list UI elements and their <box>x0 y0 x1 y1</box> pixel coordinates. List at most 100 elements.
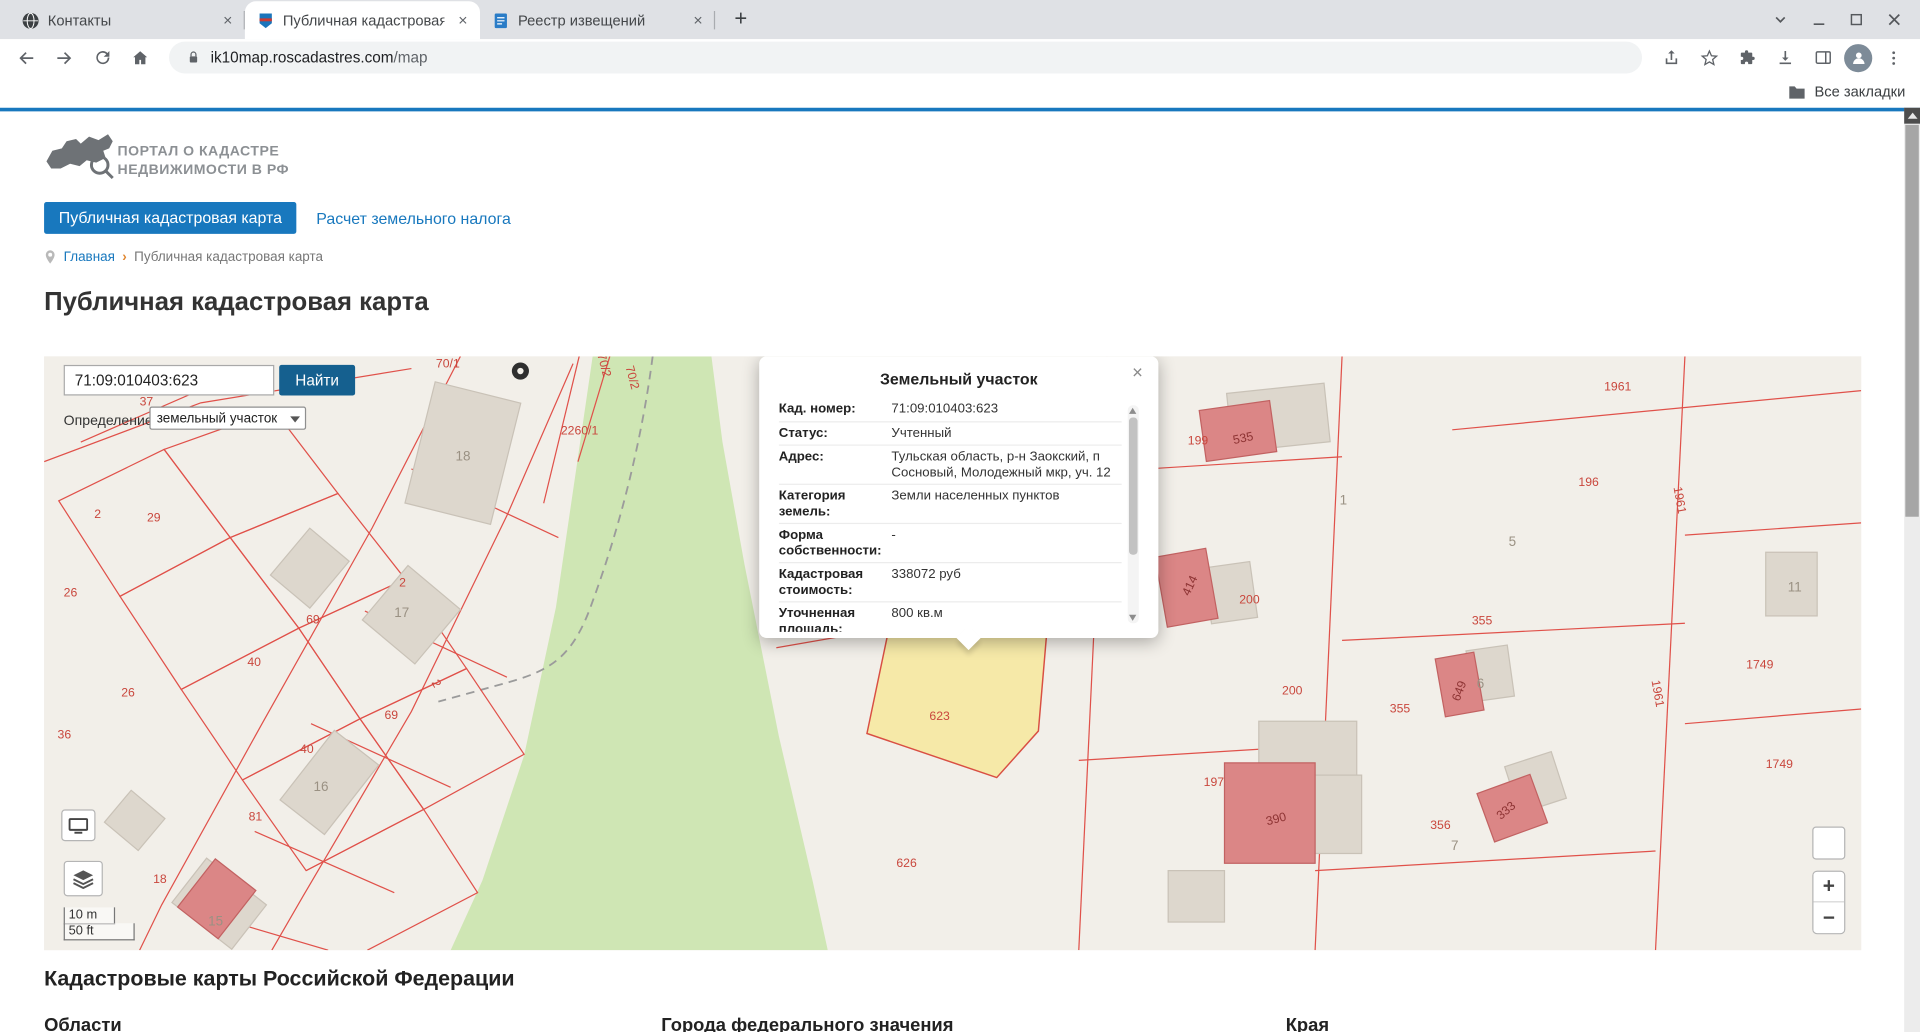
home-icon[interactable] <box>124 41 157 74</box>
zoom-control: + − <box>1812 871 1845 935</box>
object-type-value: земельный участок <box>157 411 277 426</box>
reload-icon[interactable] <box>86 41 119 74</box>
map-pin-icon <box>44 250 56 265</box>
document-favicon-icon <box>492 12 509 29</box>
breadcrumb: Главная › Публичная кадастровая карта <box>44 250 323 265</box>
zoom-out-button[interactable]: − <box>1813 902 1844 933</box>
all-bookmarks-label[interactable]: Все закладки <box>1814 83 1905 100</box>
field-value: Учтенный <box>891 426 1121 441</box>
cadastral-number-search-input[interactable] <box>64 365 275 396</box>
breadcrumb-home-link[interactable]: Главная <box>64 250 115 265</box>
nav-tab-land-tax[interactable]: Расчет земельного налога <box>316 209 511 227</box>
footer-column-heading: Области <box>44 1015 122 1032</box>
filter-label: Определение: <box>64 414 157 429</box>
url-path: /map <box>394 49 428 66</box>
object-type-select[interactable]: земельный участок <box>149 407 306 430</box>
lock-icon <box>186 50 201 65</box>
page-title: Публичная кадастровая карта <box>44 288 429 317</box>
scrollbar-up-arrow-icon[interactable] <box>1904 108 1920 124</box>
site-content: ПОРТАЛ О КАДАСТРЕ НЕДВИЖИМОСТИ В РФ Публ… <box>0 111 1904 1032</box>
popup-rows: Кад. номер:71:09:010403:623Статус:Учтенн… <box>779 398 1139 632</box>
footer-heading: Кадастровые карты Российской Федерации <box>44 966 514 992</box>
popup-field-row: Адрес:Тульская область, р-н Заокский, п … <box>779 446 1122 485</box>
profile-avatar[interactable] <box>1844 43 1872 71</box>
cadastre-favicon-icon <box>257 12 274 29</box>
tab-title: Публичная кадастровая ка <box>283 12 445 29</box>
url-domain: ik10map.roscadastres.com <box>211 49 394 66</box>
tab-close-icon[interactable]: × <box>453 10 473 30</box>
field-label: Уточненная площадь: <box>779 606 892 632</box>
parcel-info-popup: Земельный участок × Кад. номер:71:09:010… <box>759 356 1158 638</box>
field-label: Адрес: <box>779 449 892 480</box>
field-value: - <box>891 528 1121 559</box>
field-value: 338072 руб <box>891 567 1121 598</box>
site-nav: Публичная кадастровая карта Расчет земел… <box>44 202 511 234</box>
footer-column-heading: Края <box>1286 1015 1329 1032</box>
downloads-icon[interactable] <box>1768 41 1801 74</box>
popup-field-row: Кад. номер:71:09:010403:623 <box>779 398 1122 422</box>
browser-toolbar: ik10map.roscadastres.com/map <box>0 39 1920 76</box>
fullscreen-control-button[interactable] <box>61 809 95 841</box>
popup-scrollbar[interactable] <box>1128 405 1139 623</box>
select-caret-icon <box>290 416 300 422</box>
cadastral-map[interactable]: 70/170/270/22260/13718229266921740266923… <box>44 356 1861 950</box>
popup-title: Земельный участок <box>759 356 1158 398</box>
tab-contacts[interactable]: Контакты × <box>10 1 245 39</box>
field-value: 71:09:010403:623 <box>891 402 1121 417</box>
popup-scrollbar-thumb[interactable] <box>1129 418 1138 555</box>
tab-search-chevron-icon[interactable] <box>1772 11 1789 28</box>
portal-logo-russia-map-icon <box>44 129 115 183</box>
breadcrumb-current: Публичная кадастровая карта <box>134 250 323 265</box>
bookmarks-folder-icon <box>1788 84 1806 100</box>
search-button[interactable]: Найти <box>279 365 355 396</box>
forward-icon[interactable] <box>48 41 81 74</box>
minimize-icon[interactable] <box>1811 12 1827 28</box>
field-label: Статус: <box>779 426 892 441</box>
popup-scroll-down-icon[interactable] <box>1129 615 1136 621</box>
tab-title: Контакты <box>48 12 210 29</box>
scale-imperial: 50 ft <box>64 923 135 940</box>
field-value: Тульская область, р-н Заокский, п Соснов… <box>891 449 1121 480</box>
page-scrollbar[interactable] <box>1904 108 1920 1032</box>
back-icon[interactable] <box>10 41 43 74</box>
popup-field-row: Уточненная площадь:800 кв.м <box>779 602 1122 631</box>
popup-field-row: Статус:Учтенный <box>779 422 1122 446</box>
tab-registry[interactable]: Реестр извещений × <box>480 1 715 39</box>
field-label: Категория земель: <box>779 489 892 520</box>
nav-tab-public-map[interactable]: Публичная кадастровая карта <box>44 202 297 234</box>
scale-metric: 10 m <box>64 907 115 924</box>
popup-scroll-up-icon[interactable] <box>1129 408 1136 414</box>
tab-cadastral-map[interactable]: Публичная кадастровая ка × <box>245 1 480 39</box>
browser-menu-kebab-icon[interactable] <box>1877 41 1910 74</box>
bookmark-star-icon[interactable] <box>1692 41 1725 74</box>
close-window-icon[interactable] <box>1886 11 1903 28</box>
share-icon[interactable] <box>1654 41 1687 74</box>
scrollbar-thumb[interactable] <box>1905 125 1918 517</box>
field-label: Форма собственности: <box>779 528 892 559</box>
popup-close-icon[interactable]: × <box>1128 362 1148 383</box>
screen-icon <box>69 817 89 833</box>
window-controls <box>1772 0 1920 39</box>
attribution-control-button[interactable] <box>1812 827 1845 860</box>
portal-title: ПОРТАЛ О КАДАСТРЕ НЕДВИЖИМОСТИ В РФ <box>118 143 290 180</box>
field-value: Земли населенных пунктов <box>891 489 1121 520</box>
maximize-icon[interactable] <box>1849 12 1864 27</box>
tab-close-icon[interactable]: × <box>218 10 238 30</box>
field-label: Кадастровая стоимость: <box>779 567 892 598</box>
tab-close-icon[interactable]: × <box>688 10 708 30</box>
tab-title: Реестр извещений <box>518 12 680 29</box>
extensions-puzzle-icon[interactable] <box>1730 41 1763 74</box>
popup-field-row: Кадастровая стоимость:338072 руб <box>779 563 1122 602</box>
layers-control-button[interactable] <box>64 861 103 897</box>
globe-favicon-icon <box>22 12 39 29</box>
scale-control: 10 m 50 ft <box>64 907 135 940</box>
portal-title-line1: ПОРТАЛ О КАДАСТРЕ <box>118 143 290 161</box>
new-tab-button[interactable]: + <box>725 4 757 36</box>
tab-strip: Контакты × Публичная кадастровая ка × Ре… <box>0 0 1920 39</box>
field-value: 800 кв.м <box>891 606 1121 632</box>
zoom-in-button[interactable]: + <box>1813 872 1844 903</box>
side-panel-icon[interactable] <box>1806 41 1839 74</box>
url-text: ik10map.roscadastres.com/map <box>211 49 428 66</box>
address-bar[interactable]: ik10map.roscadastres.com/map <box>169 42 1642 74</box>
breadcrumb-separator: › <box>122 250 126 265</box>
